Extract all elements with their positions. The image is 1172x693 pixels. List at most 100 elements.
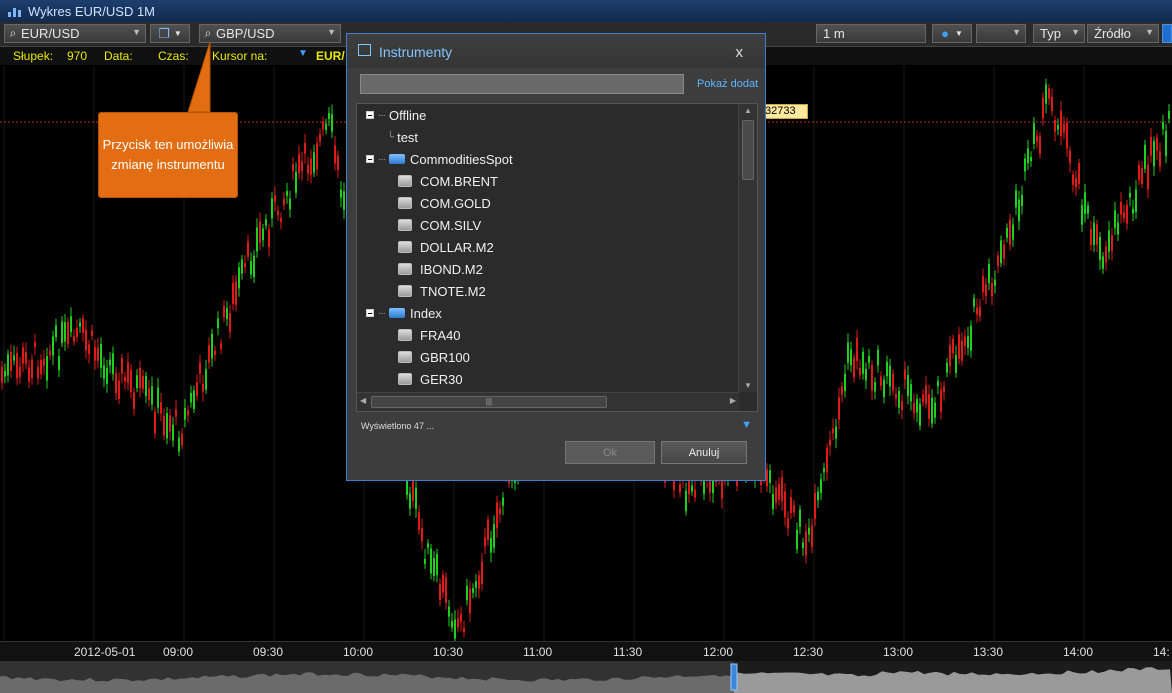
instrument-checkbox[interactable] (398, 197, 412, 209)
tree-group[interactable]: ··· Index (366, 302, 442, 324)
scroll-up-icon[interactable]: ▲ (744, 106, 752, 115)
search-icon[interactable]: ⌕ (5, 26, 21, 41)
chevron-down-icon[interactable]: ▼ (132, 27, 141, 37)
tree-group[interactable]: ··· Offline (366, 104, 426, 126)
navigator-handle (730, 663, 738, 691)
folder-icon (389, 308, 405, 318)
tree-connector: ··· (378, 109, 386, 121)
tree-vertical-scrollbar[interactable]: ▲ ▼ (738, 104, 757, 392)
tree-connector: └ (387, 131, 394, 143)
instrument-checkbox[interactable] (398, 373, 412, 385)
ok-button[interactable]: Ok (565, 441, 655, 464)
cursor-value: EUR/ (316, 49, 345, 63)
windows-icon: ❐ (158, 25, 170, 41)
instrument-checkbox[interactable] (398, 219, 412, 231)
tree-item[interactable]: FRA40 (398, 324, 460, 346)
dropdown-triangle-icon[interactable]: ▼ (298, 48, 308, 59)
scroll-right-icon[interactable]: ▶ (730, 396, 736, 405)
tree-item[interactable]: GBR100 (398, 346, 470, 368)
horizontal-scroll-thumb[interactable]: ||| (371, 396, 607, 408)
time-tick-label: 12:30 (793, 645, 824, 659)
tree-item-label: FRA40 (420, 327, 461, 343)
tree-item-label: COM.GOLD (420, 195, 491, 211)
clock-button[interactable]: ● ▼ (932, 24, 972, 43)
time-tick-label: 12:00 (703, 645, 734, 659)
callout-pointer (187, 41, 211, 113)
chevron-down-icon: ▼ (954, 29, 963, 38)
tree-item[interactable]: IBOND.M2 (398, 258, 483, 280)
instrument-checkbox[interactable] (398, 263, 412, 275)
window-title: Wykres EUR/USD 1M (28, 3, 156, 19)
time-tick-label: 14: (1153, 645, 1170, 659)
tree-item[interactable]: TNOTE.M2 (398, 280, 486, 302)
source-combo[interactable]: Źródło ▼ (1087, 24, 1159, 43)
interval-combo[interactable]: 1 m (816, 24, 926, 43)
bar-label: Słupek: (13, 49, 54, 63)
vertical-scroll-thumb[interactable] (742, 120, 754, 180)
instrument-checkbox[interactable] (398, 329, 412, 341)
tree-group[interactable]: ··· CommoditiesSpot (366, 148, 513, 170)
tree-item[interactable]: DOLLAR.M2 (398, 236, 494, 258)
expand-down-icon[interactable]: ▼ (741, 419, 752, 431)
tree-item[interactable]: COM.GOLD (398, 192, 491, 214)
dialog-status-bar: Wyświetlono 47 ... ▼ (356, 415, 758, 435)
instruments-icon (358, 44, 371, 56)
tree-group-label: Index (410, 305, 442, 321)
tree-item[interactable]: └ test (387, 126, 418, 148)
chevron-down-icon[interactable]: ▼ (327, 27, 336, 37)
source-label: Źródło (1094, 26, 1131, 41)
show-more-link[interactable]: Pokaż dodat (697, 78, 763, 90)
instrument-search-input[interactable] (360, 74, 684, 94)
tree-horizontal-scrollbar[interactable]: ◀ ||| ▶ (357, 392, 739, 411)
tree-item-label: GER30 (420, 371, 463, 387)
instrument-checkbox[interactable] (398, 351, 412, 363)
chevron-down-icon[interactable]: ▼ (1071, 27, 1080, 37)
tree-item-label: COM.SILV (420, 217, 482, 233)
tree-item[interactable]: COM.BRENT (398, 170, 498, 192)
scroll-down-icon[interactable]: ▼ (744, 381, 752, 390)
time-axis: 2012-05-01 09:00 09:30 10:00 10:30 11:00 11:30… (0, 641, 1172, 662)
close-icon[interactable]: x (736, 44, 744, 61)
scroll-left-icon[interactable]: ◀ (360, 396, 366, 405)
time-tick-label: 13:00 (883, 645, 914, 659)
window-titlebar: Wykres EUR/USD 1M (0, 0, 1172, 22)
time-tick-label: 11:00 (523, 645, 553, 659)
tree-item-label: DOLLAR.M2 (420, 239, 494, 255)
chevron-down-icon[interactable]: ▼ (1145, 27, 1154, 37)
time-tick-label: 09:00 (163, 645, 194, 659)
tree-item[interactable]: COM.SILV (398, 214, 481, 236)
interval-value: 1 m (823, 26, 845, 41)
cancel-button[interactable]: Anuluj (661, 441, 747, 464)
time-tick-label: 09:30 (253, 645, 284, 659)
instrument-checkbox[interactable] (398, 175, 412, 187)
time-tick-label: 14:00 (1063, 645, 1094, 659)
symbol-compare-value: GBP/USD (216, 26, 275, 41)
style-combo[interactable]: ▼ (976, 24, 1026, 43)
tree-group-label: Offline (389, 107, 427, 123)
dialog-title: Instrumenty (379, 44, 453, 60)
tree-item-label: IBOND.M2 (420, 261, 483, 277)
collapse-icon[interactable] (366, 155, 374, 163)
instrument-checkbox[interactable] (398, 241, 412, 253)
tree-item-label: COM.BRENT (420, 173, 498, 189)
tree-connector: ··· (378, 307, 386, 319)
time-tick-label: 13:30 (973, 645, 1004, 659)
collapse-icon[interactable] (366, 111, 374, 119)
time-tick-label: 2012-05-01 (74, 645, 136, 659)
time-tick-label: 10:30 (433, 645, 464, 659)
symbol-primary-value: EUR/USD (21, 26, 80, 41)
instrument-tree: ··· Offline └ test ··· CommoditiesSpot COM.BRE… (356, 103, 758, 412)
collapse-icon[interactable] (366, 309, 374, 317)
tree-item[interactable]: GER30 (398, 368, 463, 390)
chart-app-icon (8, 5, 22, 17)
chevron-down-icon[interactable]: ▼ (1012, 27, 1021, 37)
settings-button[interactable] (1162, 24, 1172, 43)
instrument-checkbox[interactable] (398, 285, 412, 297)
search-icon[interactable]: ⌕ (200, 26, 216, 41)
folder-icon (389, 154, 405, 164)
symbol-combo-primary[interactable]: ⌕ EUR/USD ▼ (4, 24, 146, 43)
clock-icon: ● (941, 26, 949, 41)
type-combo[interactable]: Typ ▼ (1033, 24, 1085, 43)
tree-connector: ··· (378, 153, 386, 165)
navigator-strip[interactable] (0, 661, 1172, 693)
